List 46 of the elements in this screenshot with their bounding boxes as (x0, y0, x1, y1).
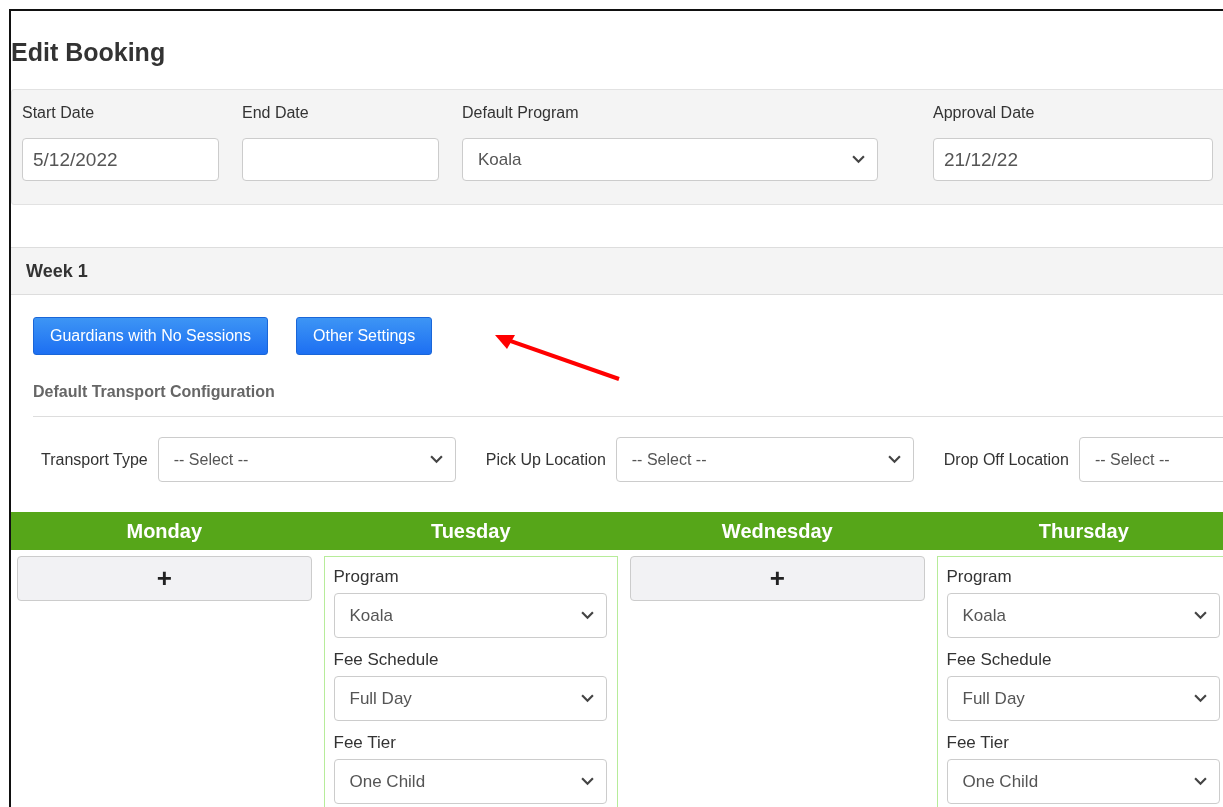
field-label: Pick Up Location (485, 450, 606, 469)
field-label: End Date (242, 103, 309, 123)
select-field[interactable]: One Child (333, 759, 607, 804)
field-label: Program (946, 567, 1013, 587)
day-heading: Wednesday (720, 519, 834, 543)
field-label: Default Program (462, 103, 579, 123)
day-heading: Monday (125, 519, 204, 543)
select-field[interactable]: -- Select -- (1078, 437, 1223, 482)
chevron-down-icon (1194, 611, 1207, 620)
field-label: Fee Schedule (946, 650, 1053, 670)
date-field[interactable]: 21/12/22 (933, 138, 1213, 181)
section-heading: Default Transport Configuration (33, 383, 1223, 417)
chevron-down-icon (581, 777, 594, 786)
chevron-down-icon (852, 155, 865, 164)
select-field[interactable]: -- Select -- (615, 437, 914, 482)
add-session-button[interactable]: + (630, 556, 925, 601)
select-field[interactable]: Full Day (333, 676, 607, 721)
chevron-down-icon (887, 455, 901, 464)
field-label: Approval Date (933, 103, 1035, 123)
week-title: Week 1 (26, 260, 88, 282)
field-label: Drop Off Location (943, 450, 1069, 469)
field-label: Fee Schedule (333, 650, 440, 670)
action-button[interactable]: Other Settings (296, 317, 433, 355)
chevron-down-icon (1194, 777, 1207, 786)
field-label: Start Date (22, 103, 95, 123)
chevron-down-icon (429, 455, 443, 464)
select-field[interactable]: Koala (333, 593, 607, 638)
select-field[interactable]: Full Day (946, 676, 1220, 721)
date-field[interactable] (242, 138, 439, 181)
select-field[interactable]: Koala (462, 138, 878, 181)
field-label: Fee Tier (333, 733, 397, 753)
date-field[interactable]: 5/12/2022 (22, 138, 219, 181)
field-label: Fee Tier (946, 733, 1010, 753)
page-title: Edit Booking (11, 37, 167, 68)
action-button[interactable]: Guardians with No Sessions (33, 317, 268, 355)
field-label: Program (333, 567, 400, 587)
select-field[interactable]: -- Select -- (157, 437, 456, 482)
day-heading: Thursday (1037, 519, 1130, 543)
chevron-down-icon (1194, 694, 1207, 703)
add-session-button[interactable]: + (17, 556, 312, 601)
day-heading: Tuesday (429, 519, 512, 543)
select-field[interactable]: One Child (946, 759, 1220, 804)
select-field[interactable]: Koala (946, 593, 1220, 638)
chevron-down-icon (581, 611, 594, 620)
chevron-down-icon (581, 694, 594, 703)
field-label: Transport Type (41, 450, 148, 469)
